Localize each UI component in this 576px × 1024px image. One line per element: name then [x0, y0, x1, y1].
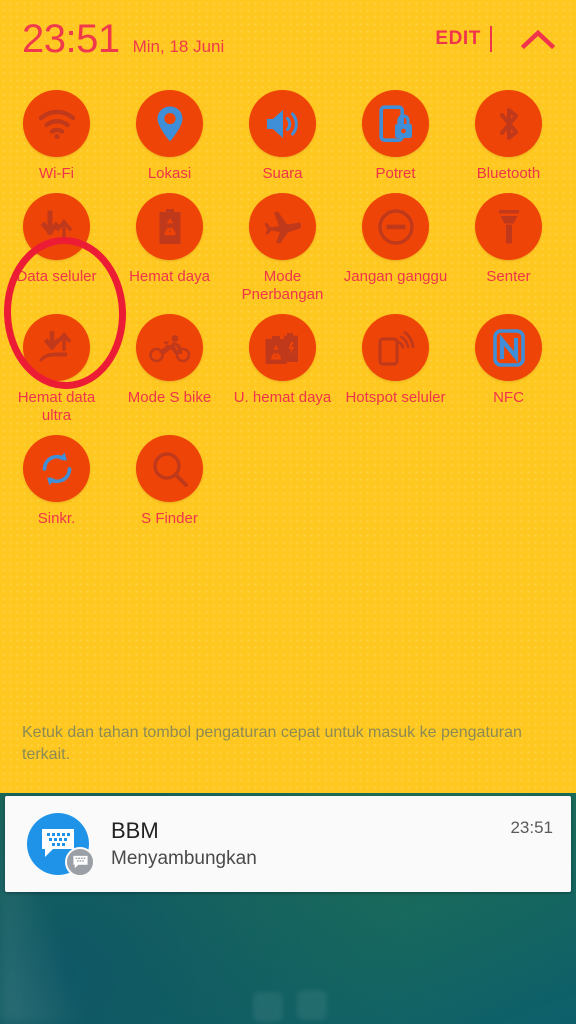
quick-toggle-row: Hemat data ultra Mode S bike U. hemat da… — [0, 310, 576, 425]
clock-group[interactable]: 23:51 Min, 18 Juni — [0, 19, 224, 59]
quick-toggle-label: Mode Pnerbangan — [241, 268, 324, 303]
quick-toggle-label: Hotspot seluler — [345, 389, 446, 406]
quick-toggle-data-seluler[interactable]: Data seluler — [0, 189, 113, 304]
quick-toggle-label: Bluetooth — [476, 165, 541, 182]
quick-settings-header: 23:51 Min, 18 Juni EDIT — [0, 0, 576, 78]
header-actions: EDIT — [431, 23, 558, 55]
header-divider — [490, 26, 492, 52]
wallpaper-app-icon — [253, 992, 283, 1022]
search-magnifier-icon — [136, 435, 203, 502]
ultra-data-saving-icon — [23, 314, 90, 381]
quick-settings-hint: Ketuk dan tahan tombol pengaturan cepat … — [22, 724, 522, 763]
quick-toggle-label: Sinkr. — [37, 510, 76, 527]
bbm-small-badge-icon — [65, 847, 95, 877]
quick-toggle-label: Potret — [375, 165, 416, 182]
quick-toggle-label: Data seluler — [16, 268, 97, 285]
motorcycle-icon — [136, 314, 203, 381]
quick-toggle-label: Wi-Fi — [39, 165, 74, 182]
quick-toggle-hotspot-seluler[interactable]: Hotspot seluler — [339, 310, 452, 425]
quick-toggle-label: Hemat daya — [129, 268, 210, 285]
bluetooth-icon — [475, 90, 542, 157]
clock-date: Min, 18 Juni — [132, 37, 225, 56]
quick-toggle-bluetooth[interactable]: Bluetooth — [452, 86, 565, 183]
location-pin-icon — [136, 90, 203, 157]
airplane-icon — [249, 193, 316, 260]
rotation-lock-icon — [362, 90, 429, 157]
quick-toggle-senter[interactable]: Senter — [452, 189, 565, 304]
notification-body: Menyambungkan — [111, 847, 257, 869]
notification-icon-wrap — [27, 813, 95, 877]
quick-toggle-suara[interactable]: Suara — [226, 86, 339, 183]
quick-toggle-label: S Finder — [141, 510, 198, 527]
quick-toggle-label: Jangan ganggu — [343, 268, 448, 285]
notification-text: BBM Menyambungkan — [111, 817, 510, 872]
quick-toggle-lokasi[interactable]: Lokasi — [113, 86, 226, 183]
quick-toggle-u-hemat-daya[interactable]: U. hemat daya — [226, 310, 339, 425]
mobile-data-arrows-icon — [23, 193, 90, 260]
quick-toggle-row: Sinkr. S Finder — [0, 431, 576, 528]
notification-bbm[interactable]: BBM Menyambungkan 23:51 — [5, 796, 571, 892]
quick-toggle-grid: Wi-Fi Lokasi Suara Potret Bluetooth Data s… — [0, 78, 576, 528]
quick-toggle-label: Lokasi — [147, 165, 192, 182]
mobile-hotspot-icon — [362, 314, 429, 381]
quick-toggle-label: Senter — [486, 268, 531, 285]
wifi-icon — [23, 90, 90, 157]
ultra-power-saving-icon — [249, 314, 316, 381]
sound-speaker-icon — [249, 90, 316, 157]
collapse-panel-button[interactable] — [518, 23, 558, 55]
notification-time: 23:51 — [510, 818, 553, 837]
quick-toggle-mode-s-bike[interactable]: Mode S bike — [113, 310, 226, 425]
quick-toggle-hemat-daya[interactable]: Hemat daya — [113, 189, 226, 304]
quick-toggle-s-finder[interactable]: S Finder — [113, 431, 226, 528]
clock-time: 23:51 — [22, 17, 120, 61]
quick-toggle-sinkr[interactable]: Sinkr. — [0, 431, 113, 528]
quick-toggle-label: Hemat data ultra — [17, 389, 96, 424]
chevron-up-icon — [521, 28, 555, 50]
quick-toggle-label: Suara — [262, 165, 303, 182]
quick-toggle-wi-fi[interactable]: Wi-Fi — [0, 86, 113, 183]
quick-toggle-jangan-ganggu[interactable]: Jangan ganggu — [339, 189, 452, 304]
quick-toggle-hemat-data-ultra[interactable]: Hemat data ultra — [0, 310, 113, 425]
quick-toggle-potret[interactable]: Potret — [339, 86, 452, 183]
wallpaper-app-icon — [297, 990, 327, 1020]
quick-toggle-row: Wi-Fi Lokasi Suara Potret Bluetooth — [0, 86, 576, 183]
quick-toggle-nfc[interactable]: NFC — [452, 310, 565, 425]
quick-toggle-label: NFC — [493, 389, 524, 406]
quick-toggle-row: Data seluler Hemat daya Mode Pnerbangan Ja… — [0, 189, 576, 304]
quick-settings-panel: 23:51 Min, 18 Juni EDIT Wi-Fi Lokasi Suar… — [0, 0, 576, 793]
edit-button[interactable]: EDIT — [431, 24, 490, 54]
sync-icon — [23, 435, 90, 502]
quick-toggle-label: Mode S bike — [127, 389, 212, 406]
flashlight-icon — [475, 193, 542, 260]
do-not-disturb-icon — [362, 193, 429, 260]
nfc-icon — [475, 314, 542, 381]
notification-title: BBM — [111, 817, 159, 843]
quick-toggle-label: U. hemat daya — [233, 389, 332, 406]
battery-saver-icon — [136, 193, 203, 260]
quick-toggle-mode-pnerbangan[interactable]: Mode Pnerbangan — [226, 189, 339, 304]
